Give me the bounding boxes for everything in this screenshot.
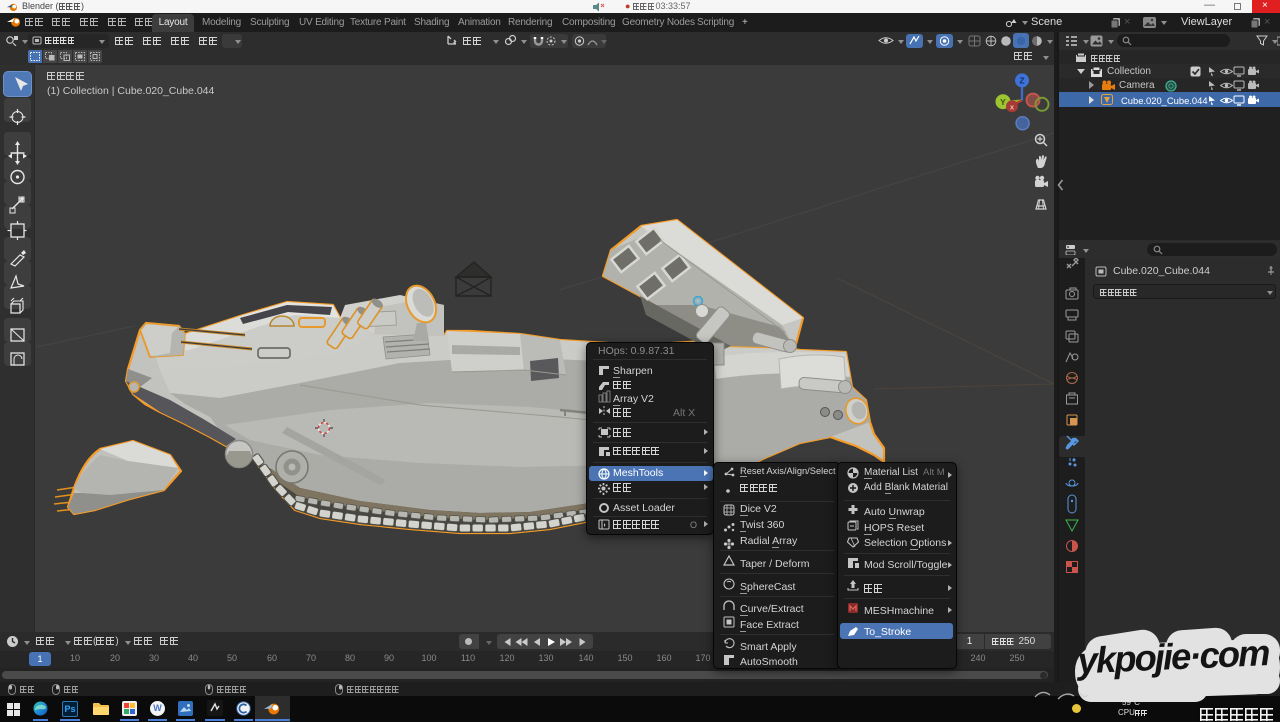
svg-text:Z: Z — [1019, 76, 1024, 86]
svg-text:Y: Y — [1000, 97, 1006, 107]
